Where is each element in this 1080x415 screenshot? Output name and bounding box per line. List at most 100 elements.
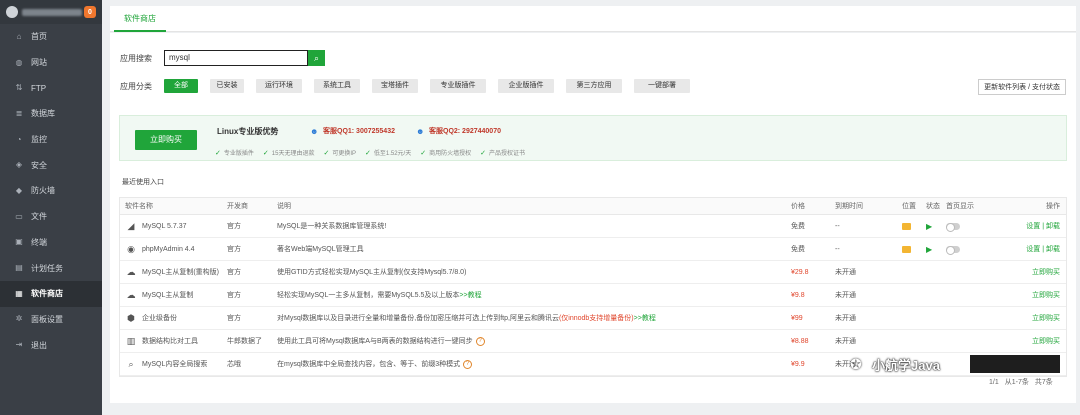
sidebar-item-3[interactable]: ≣ 数据库 [0, 101, 102, 127]
notification-badge[interactable]: 0 [84, 6, 96, 18]
search-input[interactable]: mysql [164, 50, 308, 66]
feature-item: ✓ 产品授权证书 [480, 149, 526, 158]
settings-uninstall-links[interactable]: 设置 | 卸载 [1026, 238, 1060, 260]
folder-icon: ▭ [15, 211, 23, 221]
sidebar-item-label: FTP [31, 83, 47, 93]
description: 轻松实现MySQL一主多从复制，需要MySQL5.5及以上版本 >>教程 [277, 290, 482, 300]
developer: 芯哦 [227, 361, 241, 368]
developer: 官方 [227, 223, 241, 230]
backup-icon: ⬢ [127, 313, 135, 323]
sidebar-item-8[interactable]: ▣ 终端 [0, 230, 102, 256]
sidebar-header: 0 [0, 0, 102, 24]
cloud-sync-icon: ☁ [126, 290, 136, 300]
qq1-link[interactable]: ☻ 客服QQ1: 3007255432 [310, 126, 395, 136]
recent-entries-label: 最近使用入口 [122, 179, 164, 186]
search-db-icon: ⌕ [128, 359, 134, 369]
category-tab-6[interactable]: 企业版插件 [498, 79, 554, 93]
sidebar-item-11[interactable]: ✲ 面板设置 [0, 307, 102, 333]
homepage-display[interactable] [946, 215, 960, 237]
homepage-toggle[interactable] [946, 222, 960, 232]
category-tab-7[interactable]: 第三方应用 [566, 79, 622, 93]
status[interactable]: ▶ [926, 238, 932, 260]
qq2-link[interactable]: ☻ 客服QQ2: 2927440070 [416, 126, 501, 136]
sidebar-item-12[interactable]: ⇥ 退出 [0, 332, 102, 358]
folder-icon [902, 245, 911, 253]
feature-item: ✓ 商用防火墙授权 [420, 149, 472, 158]
buy-now-link[interactable]: 立即购买 [1032, 284, 1060, 306]
price: 免费 [791, 246, 805, 253]
sidebar-item-4[interactable]: ◔ 监控 [0, 127, 102, 153]
sidebar-item-6[interactable]: ◆ 防火墙 [0, 178, 102, 204]
sidebar-item-10[interactable]: ▦ 软件商店 [0, 280, 102, 307]
phpmyadmin-icon: ◉ [127, 244, 135, 254]
software-table: 软件名称 开发商 说明 价格 到期时间 位置 状态 首页显示 操作 ◢ MySQL… [119, 197, 1067, 377]
pagination: 1/1 从1-7条 共7条 [983, 376, 1053, 388]
software-name[interactable]: ⬢ 企业级备份 [125, 307, 177, 329]
globe-icon: ◍ [15, 57, 23, 67]
category-tab-8[interactable]: 一键部署 [634, 79, 690, 93]
homepage-toggle[interactable] [946, 245, 960, 255]
settings-uninstall-links[interactable]: 设置 | 卸载 [1026, 215, 1060, 237]
category-tab-2[interactable]: 运行环境 [256, 79, 302, 93]
description: 著名Web端MySQL管理工具 [277, 246, 364, 253]
sidebar-item-1[interactable]: ◍ 网站 [0, 50, 102, 76]
category-tab-5[interactable]: 专业版插件 [430, 79, 486, 93]
category-tab-3[interactable]: 系统工具 [314, 79, 360, 93]
check-icon: ✓ [365, 149, 371, 157]
table-header: 软件名称 开发商 说明 价格 到期时间 位置 状态 首页显示 操作 [120, 198, 1066, 215]
buy-now-link[interactable]: 立即购买 [1032, 307, 1060, 329]
developer: 官方 [227, 246, 241, 253]
tutorial-link[interactable]: >>教程 [459, 290, 481, 300]
sidebar-item-label: 软件商店 [31, 289, 63, 299]
buy-now-button[interactable]: 立即购买 [135, 130, 197, 150]
software-name[interactable]: ▥ 数据结构比对工具 [125, 330, 198, 352]
table-row: ◢ MySQL 5.7.37 官方 MySQL是一种关系数据库管理系统! 免费 -- ▶ 设置… [120, 215, 1066, 238]
location[interactable] [902, 238, 911, 260]
monitor-icon: ◔ [16, 134, 22, 144]
developer: 牛郎数据了 [227, 338, 262, 345]
tab-software-store[interactable]: 软件商店 [114, 6, 166, 32]
category-tab-0[interactable]: 全部 [164, 79, 198, 93]
pager-page[interactable]: 1/1 [989, 379, 999, 386]
update-list-button[interactable]: 更新软件列表 / 支付状态 [978, 79, 1066, 95]
category-tab-1[interactable]: 已安装 [210, 79, 244, 93]
status[interactable]: ▶ [926, 215, 932, 237]
price: 免费 [791, 223, 805, 230]
software-name[interactable]: ⌕ MySQL内容全局搜索 [125, 353, 207, 375]
software-name[interactable]: ◉ phpMyAdmin 4.4 [125, 238, 194, 260]
description: 使用GTID方式轻松实现MySQL主从复制(仅支持Mysql5.7/8.0) [277, 269, 467, 276]
sidebar-item-2[interactable]: ⇅ FTP [0, 75, 102, 101]
main-panel: 应用搜索 mysql ⌕ 应用分类 全部 已安装 运行环境 系统工具 宝塔插件 专业版插件… [110, 33, 1076, 403]
desc-note: (仅innodb支持增量备份) [558, 315, 634, 322]
avatar[interactable] [6, 6, 18, 18]
tab-bar: 软件商店 [110, 6, 1076, 32]
software-name[interactable]: ◢ MySQL 5.7.37 [125, 215, 187, 237]
developer: 官方 [227, 292, 241, 299]
wechat-icon: ✪ [850, 356, 862, 372]
feature-list: ✓ 专业版插件 ✓ 15天无理由退款 ✓ 可更换IP ✓ 低至1.52元/天 ✓ 商用防火墙授权 ✓… [215, 148, 534, 158]
apps-icon: ▦ [15, 288, 23, 298]
sidebar-item-label: 网站 [31, 58, 47, 68]
sidebar-item-label: 首页 [31, 32, 47, 42]
software-name[interactable]: ☁ MySQL主从复制(重构版) [125, 261, 220, 283]
terminal-icon: ▣ [15, 237, 23, 247]
expire-time: -- [835, 222, 840, 230]
help-icon[interactable]: ? [463, 359, 473, 369]
pager-range: 从1-7条 [1004, 379, 1029, 386]
category-tab-4[interactable]: 宝塔插件 [372, 79, 418, 93]
software-name[interactable]: ☁ MySQL主从复制 [125, 284, 194, 306]
search-button[interactable]: ⌕ [308, 50, 325, 66]
tutorial-link[interactable]: >>教程 [634, 313, 656, 323]
buy-now-link[interactable]: 立即购买 [1032, 261, 1060, 283]
homepage-display[interactable] [946, 238, 960, 260]
sidebar-item-7[interactable]: ▭ 文件 [0, 204, 102, 230]
location[interactable] [902, 215, 911, 237]
sidebar-item-5[interactable]: ◈ 安全 [0, 152, 102, 178]
buy-now-link[interactable]: 立即购买 [1032, 330, 1060, 352]
help-icon[interactable]: ? [475, 336, 485, 346]
sidebar-item-label: 计划任务 [31, 263, 63, 273]
check-icon: ✓ [323, 149, 330, 157]
sidebar-item-0[interactable]: ⌂ 首页 [0, 24, 102, 50]
sidebar-item-9[interactable]: ▤ 计划任务 [0, 255, 102, 281]
home-icon: ⌂ [16, 31, 22, 41]
